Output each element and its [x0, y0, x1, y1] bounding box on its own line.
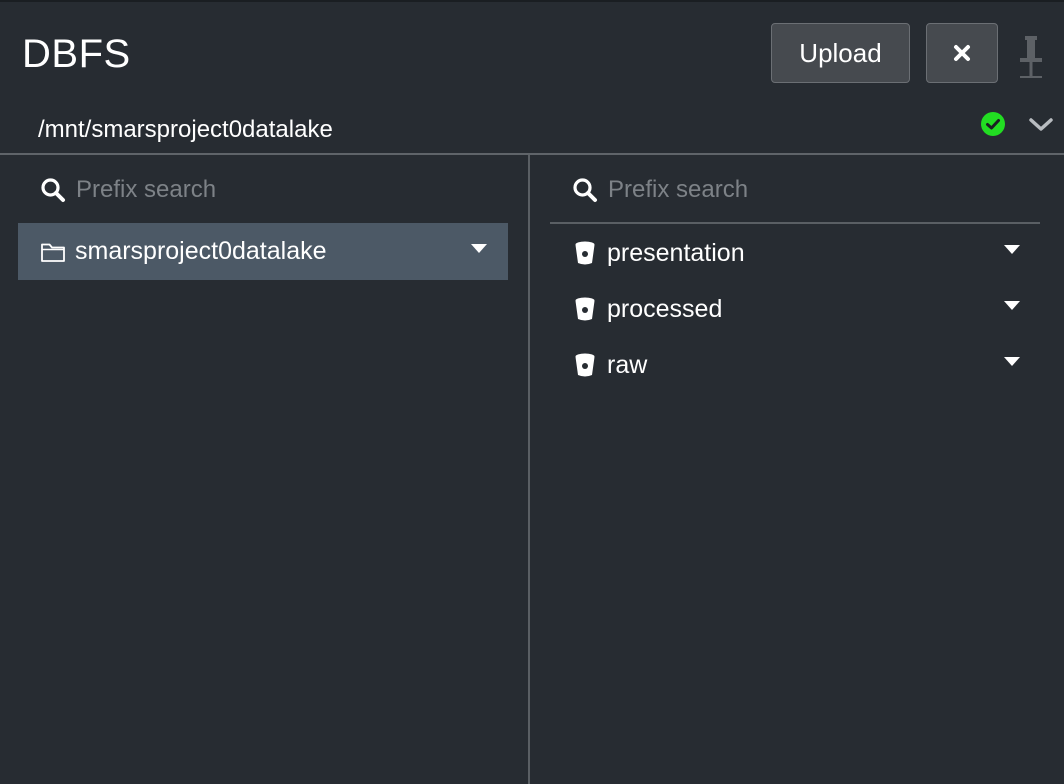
list-item-smarsproject0datalake[interactable]: smarsproject0datalake — [18, 223, 508, 280]
right-search — [572, 170, 1032, 210]
caret-down-icon[interactable] — [1004, 245, 1020, 255]
list-item-label: presentation — [607, 238, 745, 267]
caret-down-icon[interactable] — [1004, 357, 1020, 367]
pin-icon[interactable] — [1016, 34, 1046, 80]
close-icon — [954, 45, 970, 61]
path-bar[interactable]: /mnt/smarsproject0datalake — [0, 106, 1064, 155]
list-item-processed[interactable]: processed — [550, 281, 1040, 337]
bucket-icon — [575, 241, 595, 265]
current-path: /mnt/smarsproject0datalake — [38, 116, 333, 143]
search-icon — [573, 178, 597, 202]
list-item-raw[interactable]: raw — [550, 337, 1040, 393]
left-prefix-search-input[interactable] — [76, 176, 476, 204]
dialog-title: DBFS — [22, 32, 131, 76]
close-button[interactable] — [926, 23, 998, 83]
list-item-label: smarsproject0datalake — [75, 237, 327, 265]
search-icon — [41, 178, 65, 202]
upload-button[interactable]: Upload — [771, 23, 910, 83]
bucket-icon — [575, 353, 595, 377]
caret-down-icon[interactable] — [471, 244, 487, 254]
pane-divider[interactable] — [528, 155, 530, 784]
left-search — [40, 170, 500, 210]
folder-icon — [41, 243, 65, 262]
dbfs-browser-dialog: DBFS Upload /mnt/smarsproject0datalake P… — [0, 0, 1064, 784]
list-item-label: raw — [607, 350, 648, 379]
list-item-label: processed — [607, 294, 723, 323]
divider — [550, 222, 1040, 224]
caret-down-icon[interactable] — [1004, 301, 1020, 311]
right-prefix-search-input[interactable] — [608, 176, 1008, 204]
list-item-presentation[interactable]: presentation — [550, 225, 1040, 281]
bucket-icon — [575, 297, 595, 321]
chevron-down-icon[interactable] — [1028, 116, 1054, 134]
check-circle-icon — [981, 112, 1005, 136]
